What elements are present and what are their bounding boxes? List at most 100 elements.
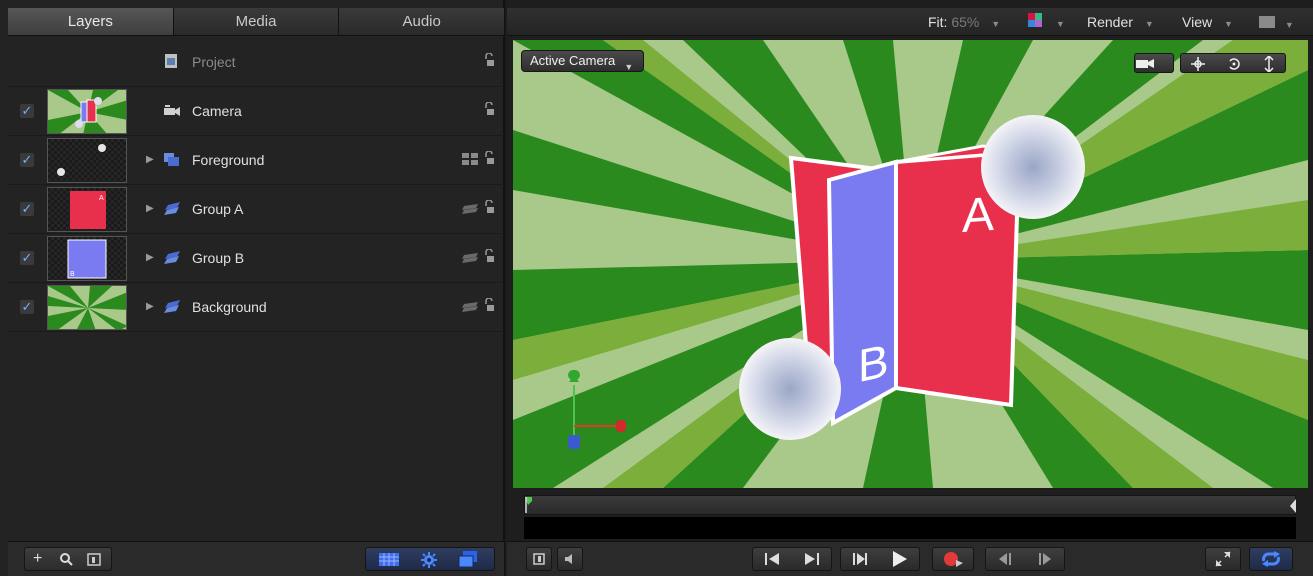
layer-row-foreground[interactable]: ✓ ▶ Foreground	[8, 136, 504, 185]
layer-row-camera[interactable]: ✓ Camera	[8, 87, 504, 136]
orbit-icon[interactable]	[1227, 57, 1241, 71]
speaker-icon	[565, 554, 572, 564]
layer-stack-icon[interactable]	[462, 251, 478, 263]
group-stack-icon	[164, 300, 180, 313]
active-camera-label: Active Camera	[530, 53, 616, 68]
layer-thumbnail-foreground	[47, 138, 127, 183]
mini-timeline[interactable]	[524, 495, 1296, 539]
filter-grid-icon[interactable]	[379, 553, 399, 566]
show-timing-button[interactable]	[526, 547, 552, 571]
layer-label-group-b: Group B	[192, 250, 245, 266]
mute-button[interactable]	[557, 547, 583, 571]
camera-icon	[1136, 59, 1154, 68]
layer-thumbnail-group-a: A	[47, 187, 127, 232]
chevron-down-icon: ▼	[1055, 19, 1065, 29]
next-frame-icon[interactable]	[1037, 553, 1051, 565]
go-to-end-icon[interactable]	[805, 553, 819, 565]
layer-stack-icon[interactable]	[462, 300, 478, 312]
layer-thumbnail-camera	[47, 89, 127, 134]
tab-audio[interactable]: Audio	[338, 8, 505, 35]
go-to-start-icon[interactable]	[765, 553, 779, 565]
transport-group-3	[985, 547, 1065, 571]
chevron-down-icon: ▼	[1223, 19, 1233, 29]
panel-toggle-icon	[533, 553, 545, 565]
layer-visibility-checkbox[interactable]: ✓	[20, 300, 34, 314]
disclosure-triangle[interactable]: ▶	[146, 154, 154, 165]
previous-frame-icon[interactable]	[999, 553, 1013, 565]
render-label: Render	[1087, 14, 1133, 30]
layers-view-icon[interactable]	[458, 551, 478, 568]
layer-row-group-b[interactable]: ✓ B ▶ Group B	[8, 234, 504, 283]
canvas-panel: Fit: 65% ▼ ▼ Render ▼ View ▼ ▼ A B Activ…	[507, 0, 1313, 576]
chevron-down-icon: ▼	[991, 19, 1001, 29]
tab-layers[interactable]: Layers	[8, 8, 173, 35]
layer-visibility-checkbox[interactable]: ✓	[20, 153, 34, 167]
lock-icon[interactable]	[484, 53, 494, 67]
layout-menu[interactable]: ▼	[1259, 15, 1294, 31]
timeline-ruler[interactable]	[524, 495, 1296, 515]
render-menu[interactable]: Render ▼	[1087, 14, 1154, 30]
active-camera-dropdown[interactable]: Active Camera ▼	[521, 50, 645, 72]
disclosure-triangle[interactable]: ▶	[146, 203, 154, 214]
isolate-icon[interactable]	[462, 153, 478, 165]
panel-tabs: Layers Media Audio	[8, 8, 505, 36]
group-stack-icon	[164, 202, 180, 215]
view-menu[interactable]: View ▼	[1182, 14, 1233, 30]
expand-icon	[1215, 551, 1231, 567]
dolly-icon[interactable]	[1263, 56, 1275, 72]
layer-visibility-checkbox[interactable]: ✓	[20, 202, 34, 216]
layer-label-camera: Camera	[192, 103, 242, 119]
layer-thumbnail-background	[47, 285, 127, 330]
lock-icon[interactable]	[484, 298, 494, 312]
layer-row-project[interactable]: Project	[8, 38, 504, 87]
layers-list: Project ✓ Camera ✓ ▶ Foreground ✓ A ▶ Gr…	[8, 38, 504, 498]
add-layer-button[interactable]: +	[33, 548, 42, 570]
chevron-down-icon: ▼	[624, 62, 634, 72]
layer-stack-icon[interactable]	[462, 202, 478, 214]
tab-media[interactable]: Media	[172, 8, 339, 35]
disclosure-triangle[interactable]: ▶	[146, 252, 154, 263]
lock-icon[interactable]	[484, 102, 494, 116]
lock-icon[interactable]	[484, 249, 494, 263]
play-icon[interactable]	[891, 551, 907, 567]
timeline-track	[524, 517, 1296, 539]
transport-bar	[507, 541, 1313, 576]
card-a-letter: A	[962, 187, 995, 244]
chevron-down-icon: ▼	[1284, 20, 1294, 30]
layer-row-group-a[interactable]: ✓ A ▶ Group A	[8, 185, 504, 234]
thumbnail-icon[interactable]	[87, 553, 101, 566]
view-label: View	[1182, 14, 1213, 30]
layer-visibility-checkbox[interactable]: ✓	[20, 251, 34, 265]
transport-group-2	[840, 547, 920, 571]
layer-label-group-a: Group A	[192, 201, 244, 217]
footer-left-button-group: +	[24, 547, 112, 571]
layer-label-background: Background	[192, 299, 267, 315]
disclosure-triangle[interactable]: ▶	[146, 301, 154, 312]
out-point-icon[interactable]	[1289, 499, 1297, 513]
camera-view-button[interactable]	[1134, 53, 1174, 73]
card-b-letter: B	[858, 333, 889, 393]
pan-icon[interactable]	[1191, 57, 1205, 71]
chevron-down-icon: ▼	[1144, 19, 1154, 29]
layer-visibility-checkbox[interactable]: ✓	[20, 104, 34, 118]
record-icon	[944, 552, 963, 567]
layer-row-background[interactable]: ✓ ▶ Background	[8, 283, 504, 332]
color-channel-menu[interactable]: ▼	[1028, 13, 1065, 30]
fit-menu[interactable]: Fit: 65% ▼	[928, 14, 1000, 30]
svg-text:B: B	[70, 271, 75, 278]
viewer-canvas[interactable]: A B Active Camera ▼	[513, 40, 1308, 488]
search-icon[interactable]	[59, 552, 73, 566]
layout-icon	[1259, 16, 1275, 28]
step-forward-icon[interactable]	[853, 553, 867, 565]
lock-icon[interactable]	[484, 200, 494, 214]
camera-tools-group	[1180, 53, 1286, 73]
transport-group-1	[752, 547, 832, 571]
lock-icon[interactable]	[484, 151, 494, 165]
color-channels-icon	[1028, 13, 1042, 27]
record-button[interactable]	[932, 547, 974, 571]
loop-button[interactable]	[1249, 547, 1293, 571]
gear-icon[interactable]	[421, 552, 437, 568]
playhead-icon[interactable]	[523, 497, 533, 513]
full-screen-button[interactable]	[1205, 547, 1241, 571]
group-icon	[164, 153, 179, 166]
